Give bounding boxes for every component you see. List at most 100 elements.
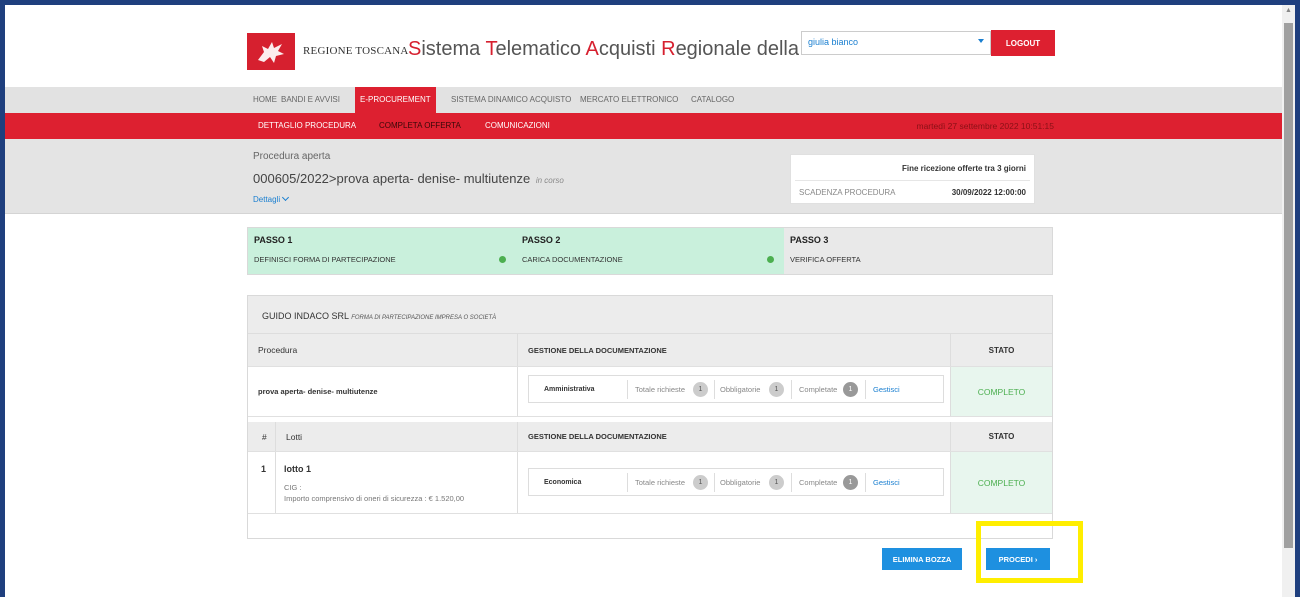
step-3[interactable]: PASSO 3 VERIFICA OFFERTA [784, 228, 1052, 274]
lotto-cig: CIG : [284, 483, 302, 492]
documentation-summary: Economica Totale richieste 1 Obbligatori… [528, 468, 944, 496]
nav-home[interactable]: HOME [253, 87, 277, 113]
regione-toscana-logo[interactable] [247, 33, 295, 70]
completate-count: 1 [843, 475, 858, 490]
title-initial: A [585, 38, 599, 60]
divider [865, 380, 866, 399]
status-completo: COMPLETO [977, 477, 1026, 488]
company-header: GUIDO INDACO SRL FORMA DI PARTECIPAZIONE… [248, 296, 1052, 334]
procedure-code: 000605/2022 [253, 171, 329, 186]
participation-form: FORMA DI PARTECIPAZIONE IMPRESA O SOCIET… [351, 315, 497, 321]
breadcrumb-separator: > [328, 171, 337, 186]
divider [865, 473, 866, 492]
title-text: istema [421, 38, 486, 60]
pegasus-icon [258, 41, 284, 63]
divider [795, 180, 1030, 181]
caret-down-icon [978, 39, 984, 43]
obbligatorie-count: 1 [769, 475, 784, 490]
tab-comunicazioni[interactable]: COMUNICAZIONI [485, 113, 550, 139]
company-name: GUIDO INDACO SRL [262, 311, 349, 321]
highlight-annotation [976, 521, 1083, 583]
lotto-importo: Importo comprensivo di oneri di sicurezz… [284, 494, 465, 503]
tab-dettaglio-procedura[interactable]: DETTAGLIO PROCEDURA [258, 113, 356, 139]
divider [714, 473, 715, 492]
browser-page: REGIONE TOSCANA Sistema Telematico Acqui… [5, 5, 1282, 597]
main-nav: HOME BANDI E AVVISI E-PROCUREMENT SISTEM… [5, 87, 1282, 113]
step-number: PASSO 3 [790, 235, 829, 245]
procedure-title: 000605/2022>prova aperta- denise- multiu… [253, 171, 564, 186]
gestisci-link[interactable]: Gestisci [873, 385, 900, 394]
vertical-scrollbar[interactable]: ▲ [1282, 5, 1295, 597]
user-select[interactable]: giulia bianco [801, 31, 991, 55]
procedure-type: Procedura aperta [253, 151, 331, 162]
documentation-card: GUIDO INDACO SRL FORMA DI PARTECIPAZIONE… [247, 295, 1053, 539]
status-cell: COMPLETO [950, 367, 1052, 416]
step-title: VERIFICA OFFERTA [790, 255, 861, 264]
elimina-bozza-button[interactable]: ELIMINA BOZZA [882, 548, 962, 570]
lotto-name: lotto 1 [284, 464, 311, 474]
check-icon [767, 256, 774, 263]
lotto-number: 1 [261, 464, 267, 474]
step-title: CARICA DOCUMENTAZIONE [522, 255, 623, 264]
deadline-label: SCADENZA PROCEDURA [799, 188, 896, 197]
title-text: cquisti [598, 38, 662, 60]
nav-mercato-elettronico[interactable]: MERCATO ELETTRONICO [580, 87, 678, 113]
divider [791, 473, 792, 492]
nav-e-procurement[interactable]: E-PROCUREMENT [355, 87, 436, 113]
table-header: Procedura GESTIONE DELLA DOCUMENTAZIONE … [248, 334, 1052, 367]
procedure-status: in corso [535, 176, 564, 185]
title-initial: R [661, 38, 676, 60]
company-info: GUIDO INDACO SRL FORMA DI PARTECIPAZIONE… [262, 311, 496, 321]
sub-nav: DETTAGLIO PROCEDURA COMPLETA OFFERTA COM… [5, 113, 1282, 139]
logout-button[interactable]: LOGOUT [991, 30, 1055, 56]
step-number: PASSO 1 [254, 235, 293, 245]
details-toggle[interactable]: Dettagli [253, 193, 290, 204]
step-title: DEFINISCI FORMA DI PARTECIPAZIONE [254, 255, 396, 264]
nav-bandi-e-avvisi[interactable]: BANDI E AVVISI [281, 87, 340, 113]
col-gestione: GESTIONE DELLA DOCUMENTAZIONE [528, 432, 667, 441]
step-1[interactable]: PASSO 1 DEFINISCI FORMA DI PARTECIPAZION… [248, 228, 516, 274]
doc-category: Economica [544, 479, 582, 486]
divider [714, 380, 715, 399]
site-header: REGIONE TOSCANA Sistema Telematico Acqui… [5, 5, 1282, 85]
tab-completa-offerta[interactable]: COMPLETA OFFERTA [379, 113, 461, 139]
chevron-down-icon [282, 193, 290, 202]
step-number: PASSO 2 [522, 235, 561, 245]
status-completo: COMPLETO [977, 386, 1026, 397]
divider [627, 473, 628, 492]
title-initial: T [485, 38, 496, 60]
documentation-summary: Amministrativa Totale richieste 1 Obblig… [528, 375, 944, 403]
obbligatorie-label: Obbligatorie [720, 478, 761, 487]
procedure-name: prova aperta- denise- multiutenze [336, 171, 531, 186]
scrollbar-thumb[interactable] [1284, 23, 1293, 548]
col-procedura: Procedura [258, 345, 298, 355]
procedure-header: Procedura aperta 000605/2022>prova apert… [5, 139, 1282, 214]
table-row: 1 lotto 1 CIG : Importo comprensivo di o… [248, 452, 1052, 514]
doc-category: Amministrativa [544, 386, 595, 393]
col-stato: STATO [988, 432, 1015, 441]
gestisci-link[interactable]: Gestisci [873, 478, 900, 487]
step-2[interactable]: PASSO 2 CARICA DOCUMENTAZIONE [516, 228, 784, 274]
completate-label: Completate [799, 478, 838, 487]
nav-sistema-dinamico-acquisto[interactable]: SISTEMA DINAMICO ACQUISTO [451, 87, 571, 113]
deadline-value: 30/09/2022 12:00:00 [951, 188, 1026, 197]
user-name: giulia bianco [808, 37, 859, 47]
nav-catalogo[interactable]: CATALOGO [691, 87, 734, 113]
deadline-notice: Fine ricezione offerte tra 3 giorni [901, 164, 1026, 173]
check-icon [499, 256, 506, 263]
table-row: prova aperta- denise- multiutenze Ammini… [248, 367, 1052, 417]
completate-label: Completate [799, 385, 838, 394]
completate-count: 1 [843, 382, 858, 397]
procedure-row-name: prova aperta- denise- multiutenze [258, 387, 378, 396]
divider [791, 380, 792, 399]
totale-label: Totale richieste [635, 478, 686, 487]
col-gestione: GESTIONE DELLA DOCUMENTAZIONE [528, 345, 667, 355]
obbligatorie-label: Obbligatorie [720, 385, 761, 394]
details-label: Dettagli [253, 195, 281, 204]
totale-count: 1 [693, 382, 708, 397]
deadline-box: Fine ricezione offerte tra 3 giorni SCAD… [790, 154, 1035, 204]
divider [627, 380, 628, 399]
scroll-up-icon[interactable]: ▲ [1285, 7, 1292, 14]
col-lotti: Lotti [286, 431, 303, 442]
totale-label: Totale richieste [635, 385, 686, 394]
